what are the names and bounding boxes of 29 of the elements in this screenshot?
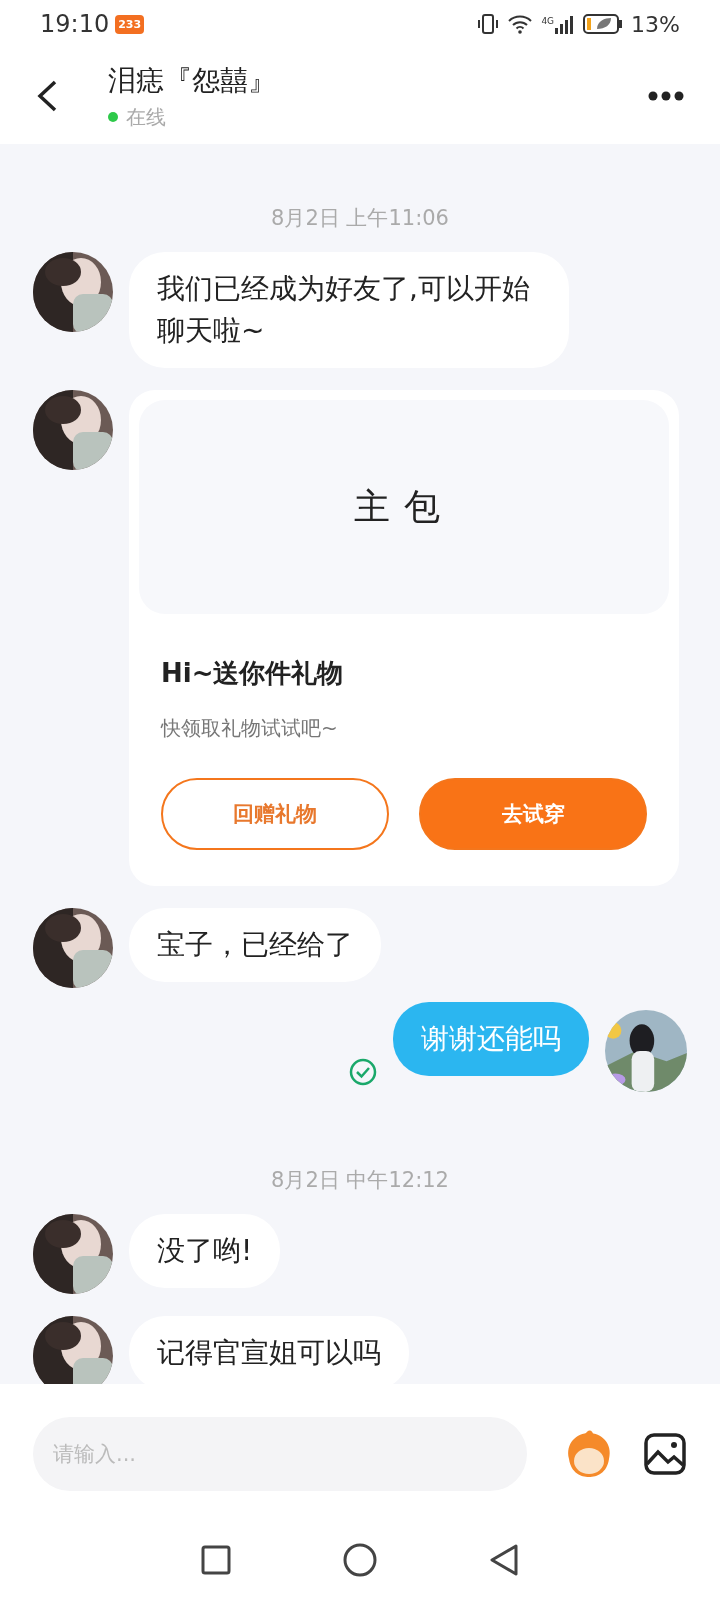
message-bubble: 我们已经成为好友了,可以开始聊天啦~ bbox=[129, 252, 569, 368]
back-nav-icon[interactable] bbox=[489, 1544, 519, 1576]
try-on-button[interactable]: 去试穿 bbox=[419, 778, 647, 850]
message-bubble: 宝子，已经给了 bbox=[129, 908, 381, 982]
image-icon[interactable] bbox=[643, 1432, 687, 1476]
network-type: 4G bbox=[541, 16, 555, 26]
home-icon[interactable] bbox=[343, 1543, 377, 1577]
back-icon[interactable] bbox=[36, 79, 58, 113]
message-input[interactable]: 请输入... bbox=[33, 1417, 527, 1491]
return-gift-button[interactable]: 回赠礼物 bbox=[161, 778, 389, 850]
timestamp: 8月2日 上午11:06 bbox=[271, 205, 449, 232]
timestamp: 8月2日 中午12:12 bbox=[271, 1167, 449, 1194]
app-badge: 233 bbox=[115, 14, 145, 34]
gift-name: 主包 bbox=[354, 484, 454, 529]
message-bubble: 记得官宣姐可以吗 bbox=[129, 1316, 409, 1384]
battery-icon bbox=[583, 13, 624, 35]
recent-apps-icon[interactable] bbox=[201, 1545, 231, 1575]
gift-subtitle: 快领取礼物试试吧~ bbox=[161, 715, 339, 742]
message-bubble: 谢谢还能吗 bbox=[393, 1002, 589, 1076]
contact-name: 泪痣『怨囍』 bbox=[108, 62, 277, 99]
message-bubble: 没了哟! bbox=[129, 1214, 281, 1288]
clock: 19:10 bbox=[40, 10, 110, 38]
more-icon[interactable] bbox=[648, 91, 684, 101]
vibrate-icon bbox=[477, 13, 500, 35]
gift-title: Hi~送你件礼物 bbox=[161, 657, 345, 690]
online-status: 在线 bbox=[126, 103, 166, 131]
signal-icon bbox=[555, 14, 576, 34]
battery-percentage: 13% bbox=[631, 11, 680, 37]
wifi-icon bbox=[507, 14, 534, 34]
